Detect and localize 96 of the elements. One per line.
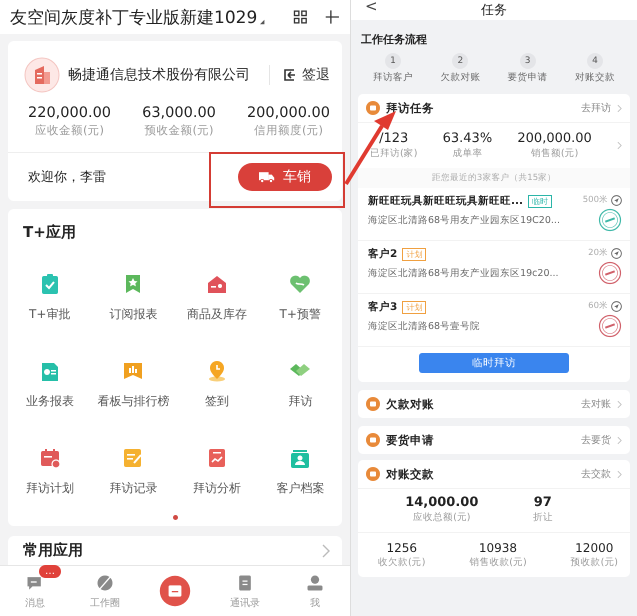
stat-value: 12000 bbox=[575, 541, 614, 555]
app-label[interactable]: T+审批 bbox=[29, 306, 70, 324]
chevron-right-icon[interactable] bbox=[617, 436, 622, 444]
section-title: T+应用 bbox=[22, 223, 77, 242]
page-indicator bbox=[172, 515, 178, 520]
app-label[interactable]: T+预警 bbox=[280, 306, 321, 324]
customer-name[interactable]: 新旺旺玩具新旺旺玩具新旺旺... bbox=[368, 194, 523, 208]
card-title: 要货申请 bbox=[386, 432, 435, 448]
app-label[interactable]: 订阅报表 bbox=[109, 306, 158, 324]
stat-label: 折让 bbox=[532, 511, 553, 524]
chevron-right-icon[interactable] bbox=[617, 141, 622, 150]
welcome-text: 欢迎你，李雷 bbox=[28, 169, 106, 186]
distance-text: 20米 bbox=[588, 247, 608, 259]
stat-value: 14,000.00 bbox=[405, 495, 478, 510]
stat-label: 应收金额(元) bbox=[35, 123, 104, 138]
stat-value: 10938 bbox=[478, 541, 518, 555]
stat-label: 成单率 bbox=[452, 147, 482, 160]
step-number: 1 bbox=[385, 53, 401, 69]
step-label: 拜访客户 bbox=[373, 71, 413, 84]
app-label[interactable]: 业务报表 bbox=[26, 393, 74, 410]
navigation-icon[interactable] bbox=[611, 248, 622, 258]
visit-tag: 计划 bbox=[402, 300, 426, 314]
van-sale-button[interactable]: 车销 bbox=[238, 163, 332, 192]
step-number: 2 bbox=[452, 53, 468, 69]
stat-label: 预收金额(元) bbox=[144, 123, 214, 138]
stat-label: 预收款(元) bbox=[570, 556, 618, 569]
stat-label: 应收总额(元) bbox=[413, 511, 470, 524]
task-card[interactable]: 要货申请 去要货 bbox=[358, 426, 630, 454]
go-link[interactable]: 去拜访 bbox=[581, 101, 611, 115]
go-link[interactable]: 去要货 bbox=[581, 433, 611, 447]
stat-value: 220,000.00 bbox=[28, 105, 112, 122]
app-label[interactable]: 拜访计划 bbox=[26, 480, 74, 498]
truck-icon[interactable] bbox=[259, 171, 275, 184]
back-button[interactable]: < bbox=[365, 0, 378, 15]
dropdown-caret-icon[interactable] bbox=[260, 19, 265, 26]
distance-text: 60米 bbox=[588, 300, 608, 312]
step-label: 要货申请 bbox=[508, 71, 548, 84]
task-icon bbox=[366, 101, 380, 115]
navigation-icon[interactable] bbox=[611, 194, 622, 206]
card-title: 欠款对账 bbox=[386, 396, 435, 412]
task-icon bbox=[366, 467, 380, 481]
distance-text: 500米 bbox=[582, 194, 608, 206]
step-number: 3 bbox=[520, 53, 536, 69]
nearby-note: 距您最近的3家客户（共15家） bbox=[358, 168, 630, 188]
stat-label: 已拜访(家) bbox=[370, 147, 418, 160]
stat-value: 63.43% bbox=[442, 131, 492, 146]
app-label[interactable]: 拜访记录 bbox=[109, 480, 158, 498]
temp-visit-button[interactable]: 临时拜访 bbox=[419, 353, 569, 373]
stat-value: 1256 bbox=[386, 541, 417, 555]
unread-badge: … bbox=[39, 564, 61, 578]
app-label[interactable]: 拜访 bbox=[288, 393, 312, 410]
chevron-right-icon[interactable] bbox=[617, 400, 622, 408]
visit-tag: 临时 bbox=[528, 194, 552, 208]
customer-name[interactable]: 客户3 bbox=[368, 300, 398, 314]
stat-value: 97 bbox=[534, 495, 552, 510]
app-label[interactable]: 看板与排行榜 bbox=[97, 393, 170, 410]
app-label[interactable]: 商品及库存 bbox=[186, 306, 247, 324]
go-link[interactable]: 去对账 bbox=[581, 397, 611, 411]
stat-label: 销售收款(元) bbox=[469, 556, 527, 569]
card-title: 对账交款 bbox=[386, 466, 435, 482]
go-link[interactable]: 去交款 bbox=[581, 467, 611, 481]
flow-title: 工作任务流程 bbox=[361, 33, 427, 46]
card-title: 拜访任务 bbox=[386, 100, 435, 116]
page-title: 任务 bbox=[481, 2, 507, 19]
step-label: 对账交款 bbox=[574, 71, 615, 84]
chevron-right-icon[interactable] bbox=[322, 544, 330, 558]
building-icon bbox=[24, 57, 60, 94]
stat-value: 63,000.00 bbox=[142, 105, 216, 122]
stat-value: 200,000.00 bbox=[517, 131, 592, 146]
signout-button[interactable]: 签退 bbox=[278, 66, 334, 84]
sign-out-icon[interactable] bbox=[282, 68, 296, 82]
navigation-icon[interactable] bbox=[611, 300, 622, 312]
app-label[interactable]: 签到 bbox=[204, 393, 229, 410]
customer-address: 海淀区北清路68号壹号院 bbox=[368, 320, 480, 333]
chevron-right-icon[interactable] bbox=[617, 470, 622, 478]
task-card[interactable]: 欠款对账 去对账 bbox=[358, 390, 630, 418]
stat-label: 信用额度(元) bbox=[254, 123, 323, 138]
stat-value: /123 bbox=[379, 131, 408, 146]
task-icon bbox=[366, 397, 380, 411]
app-label[interactable]: 客户档案 bbox=[276, 480, 324, 498]
customer-address: 海淀区北清路68号用友产业园东区19c20... bbox=[368, 267, 559, 280]
chevron-right-icon[interactable] bbox=[617, 104, 622, 112]
visit-tag: 计划 bbox=[402, 248, 426, 260]
customer-name[interactable]: 客户2 bbox=[368, 247, 398, 261]
customer-address: 海淀区北清路68号用友产业园东区19C20... bbox=[368, 214, 560, 227]
stat-label: 销售额(元) bbox=[530, 147, 578, 160]
task-icon bbox=[366, 433, 380, 447]
person-icon[interactable] bbox=[305, 572, 325, 593]
step-number: 4 bbox=[586, 53, 603, 69]
stat-label: 收欠款(元) bbox=[378, 556, 426, 569]
center-action-button[interactable] bbox=[159, 575, 191, 608]
step-label: 欠款对账 bbox=[440, 71, 480, 84]
stat-value: 200,000.00 bbox=[246, 105, 330, 122]
company-name: 畅捷通信息技术股份有限公司 bbox=[68, 66, 251, 84]
app-label[interactable]: 拜访分析 bbox=[192, 480, 241, 498]
section-title: 常用应用 bbox=[22, 541, 83, 560]
